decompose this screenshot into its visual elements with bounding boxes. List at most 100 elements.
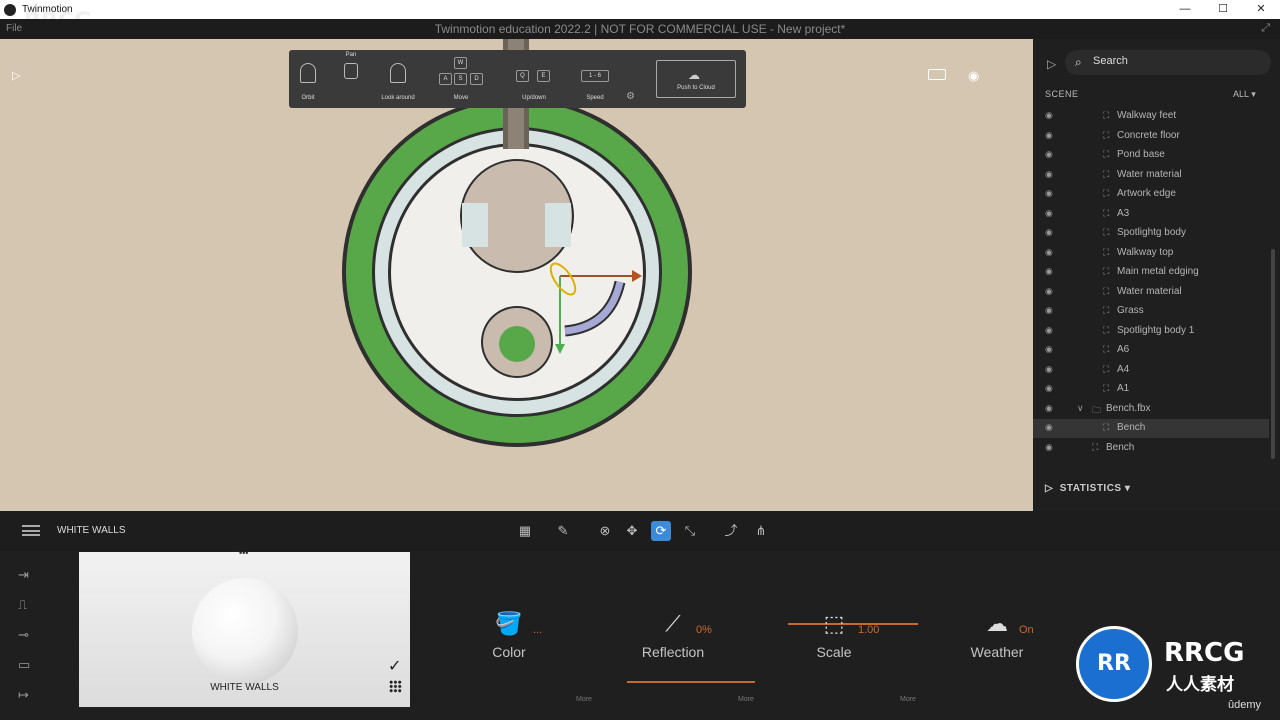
scale-icon[interactable]: ⤡ xyxy=(680,521,700,541)
scene-item-label: Bench xyxy=(1106,441,1135,453)
move-control[interactable]: W A S D Move xyxy=(433,50,489,108)
grid-icon[interactable]: ▦ xyxy=(515,521,535,541)
media-icon[interactable]: ▭ xyxy=(18,657,42,673)
scene-tree-item[interactable]: ◉ ∨ 🗀 Bench.fbx xyxy=(1033,400,1269,419)
visibility-eye-icon[interactable]: ◉ xyxy=(1045,383,1053,394)
eyedropper-icon[interactable]: ✎ xyxy=(553,521,573,541)
visibility-eye-icon[interactable]: ◉ xyxy=(1045,130,1053,141)
rotate-icon[interactable]: ⟳ xyxy=(651,521,671,541)
reflection-more-link[interactable]: More xyxy=(738,696,754,703)
scene-tree-item[interactable]: ◉ ⛶ Concrete floor xyxy=(1033,127,1269,146)
scene-tree-item[interactable]: ◉ ⛶ Bench xyxy=(1033,439,1269,458)
more-options-icon[interactable]: ••• xyxy=(239,548,248,558)
visibility-eye-icon[interactable]: ◉ xyxy=(1045,227,1053,238)
reflection-slider[interactable] xyxy=(627,681,755,683)
visibility-eye-icon[interactable]: ◉ xyxy=(1045,149,1053,160)
scene-item-label: Spotlightg body xyxy=(1117,227,1186,238)
scene-tree-item[interactable]: ◉ ⛶ Spotlightg body xyxy=(1033,224,1269,243)
scene-item-label: Grass xyxy=(1117,305,1144,316)
visibility-eye-icon[interactable]: ◉ xyxy=(1045,286,1053,297)
visibility-eye-icon[interactable]: ◉ xyxy=(1045,266,1053,277)
object-icon: ⛶ xyxy=(1103,129,1110,140)
udemy-logo: ûdemy xyxy=(1228,699,1262,711)
color-more-link[interactable]: More xyxy=(576,696,592,703)
updown-control[interactable]: Q E Up/down xyxy=(511,50,557,108)
app-header: File Twinmotion education 2022.2 | NOT F… xyxy=(0,19,1280,39)
scene-tree-item[interactable]: ◉ ⛶ A3 xyxy=(1033,205,1269,224)
pivot-icon[interactable]: ⋔ xyxy=(751,521,771,541)
visibility-eye-icon[interactable]: ◉ xyxy=(1045,364,1053,375)
cancel-icon[interactable]: ⊗ xyxy=(595,521,615,541)
scene-item-label: A1 xyxy=(1117,383,1130,394)
cloud-rain-icon: ☁ xyxy=(986,611,1008,636)
object-icon: ⛶ xyxy=(1103,266,1110,276)
import-icon[interactable]: ⇥ xyxy=(18,567,42,583)
search-input[interactable] xyxy=(1093,55,1263,67)
pan-control[interactable]: Pan xyxy=(337,50,365,108)
visibility-eye-icon[interactable]: ◉ xyxy=(1045,305,1053,316)
statistics-toggle[interactable]: ▷ STATISTICS ▾ xyxy=(1045,483,1130,494)
scene-tree-item[interactable]: ◉ ⛶ Walkway top xyxy=(1033,244,1269,263)
filter-dropdown[interactable]: ALL ▾ xyxy=(1233,89,1256,100)
play-icon[interactable]: ▷ xyxy=(12,69,20,82)
scale-more-link[interactable]: More xyxy=(900,696,916,703)
visibility-eye-icon[interactable]: ◉ xyxy=(1045,110,1053,121)
orbit-control[interactable]: Orbit xyxy=(293,50,323,108)
visibility-eye-icon[interactable]: ◉ xyxy=(1045,169,1053,180)
library-grid-icon[interactable] xyxy=(389,680,402,693)
floorplan-view[interactable] xyxy=(0,39,1033,511)
viewport[interactable]: ▷ ◉ xyxy=(0,39,1033,511)
visibility-eye-icon[interactable]: ◉ xyxy=(1045,422,1053,433)
visibility-eye-icon[interactable]: ◉ xyxy=(1045,247,1053,258)
maximize-button[interactable]: ☐ xyxy=(1204,0,1242,19)
move-icon[interactable]: ✥ xyxy=(622,521,642,541)
visibility-eye-icon[interactable]: ◉ xyxy=(1045,208,1053,219)
expand-panel-icon[interactable]: ▷ xyxy=(1047,57,1056,71)
speed-control[interactable]: 1 - 6 Speed xyxy=(577,50,613,108)
scene-tree-item[interactable]: ◉ ⛶ A4 xyxy=(1033,361,1269,380)
scene-tree-item[interactable]: ◉ ⛶ Grass xyxy=(1033,302,1269,321)
orbit-icon xyxy=(300,63,316,83)
visibility-eye-icon[interactable]: ◉ xyxy=(1045,325,1053,336)
scene-tree-item[interactable]: ◉ ⛶ Bench xyxy=(1033,419,1269,438)
export-icon[interactable]: ↦ xyxy=(18,687,42,703)
wave-icon[interactable]: ⎍ xyxy=(18,597,42,613)
push-to-cloud-button[interactable]: ☁ Push to Cloud xyxy=(656,60,736,98)
visibility-eye-icon[interactable]: ◉ xyxy=(1045,403,1053,414)
scene-tree-item[interactable]: ◉ ⛶ A1 xyxy=(1033,380,1269,399)
slider-icon[interactable]: ⊸ xyxy=(18,627,42,643)
menu-icon[interactable] xyxy=(22,525,40,536)
material-preview-card[interactable]: ••• WHITE WALLS ✓ xyxy=(79,548,410,707)
scene-tree-item[interactable]: ◉ ⛶ Spotlightg body 1 xyxy=(1033,322,1269,341)
check-icon[interactable]: ✓ xyxy=(388,656,401,676)
search-box[interactable]: ⌕ xyxy=(1065,50,1271,75)
scene-tree-item[interactable]: ◉ ⛶ Walkway feet xyxy=(1033,107,1269,126)
view-mode-icon[interactable] xyxy=(928,69,946,80)
eye-icon[interactable]: ◉ xyxy=(968,68,979,84)
scene-tree-item[interactable]: ◉ ⛶ Artwork edge xyxy=(1033,185,1269,204)
minimize-button[interactable]: — xyxy=(1166,0,1204,19)
scrollbar[interactable] xyxy=(1271,249,1275,459)
folder-icon: 🗀 xyxy=(1092,404,1102,415)
scene-item-label: A4 xyxy=(1117,363,1130,375)
scene-tree-item[interactable]: ◉ ⛶ A6 xyxy=(1033,341,1269,360)
fullscreen-icon[interactable]: ⤢ xyxy=(1261,22,1270,35)
visibility-eye-icon[interactable]: ◉ xyxy=(1045,442,1053,453)
look-around-control[interactable]: Look around xyxy=(369,50,427,108)
collapse-chevron-icon[interactable]: ∨ xyxy=(1077,403,1084,414)
material-name: WHITE WALLS xyxy=(57,525,126,536)
gear-icon[interactable]: ⚙ xyxy=(626,91,635,102)
visibility-eye-icon[interactable]: ◉ xyxy=(1045,344,1053,355)
object-icon: ⛶ xyxy=(1103,324,1110,335)
snap-icon[interactable]: ⤴ xyxy=(721,521,741,541)
scene-tree-item[interactable]: ◉ ⛶ Main metal edging xyxy=(1033,263,1269,282)
visibility-eye-icon[interactable]: ◉ xyxy=(1045,188,1053,199)
object-icon: ⛶ xyxy=(1103,188,1110,198)
close-button[interactable]: ✕ xyxy=(1242,0,1280,19)
scene-tree-item[interactable]: ◉ ⛶ Water material xyxy=(1033,166,1269,185)
scene-item-label: Concrete floor xyxy=(1117,129,1180,141)
scene-item-label: A6 xyxy=(1117,344,1130,355)
scale-slider[interactable] xyxy=(788,623,918,625)
scene-tree-item[interactable]: ◉ ⛶ Pond base xyxy=(1033,146,1269,165)
scene-tree-item[interactable]: ◉ ⛶ Water material xyxy=(1033,283,1269,302)
